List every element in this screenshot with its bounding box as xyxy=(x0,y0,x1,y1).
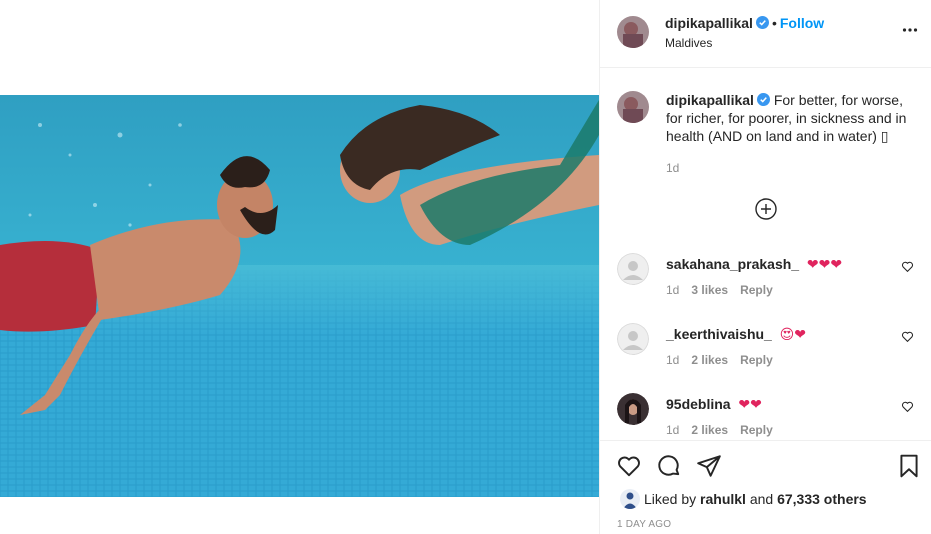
liker-avatar[interactable] xyxy=(620,489,640,509)
like-heart-icon[interactable] xyxy=(616,453,642,479)
comment-body: 😍❤ xyxy=(779,326,806,342)
post-timestamp[interactable]: 1 DAY AGO xyxy=(617,519,671,530)
action-bar: Liked by rahulkl and 67,333 others 1 DAY… xyxy=(600,440,931,534)
comment-age: 1d xyxy=(666,353,680,367)
comment-item: _keerthivaishu_ 😍❤ 1d 2 likes Reply xyxy=(617,323,917,383)
plus-circle-icon[interactable] xyxy=(755,198,777,220)
comment-age: 1d xyxy=(666,423,680,437)
post-panel: dipikapallikal • Follow Maldives dipikapal… xyxy=(599,0,931,534)
comment-text: _keerthivaishu_ 😍❤ xyxy=(666,325,806,343)
post-header: dipikapallikal • Follow Maldives xyxy=(600,0,931,68)
liked-by-prefix: Liked by xyxy=(644,491,697,507)
comment-meta: 1d 2 likes Reply xyxy=(666,423,785,437)
commenter-avatar[interactable] xyxy=(617,253,649,285)
underwater-photo xyxy=(0,95,599,497)
comment-item: sakahana_prakash_ ❤❤❤ 1d 3 likes Reply xyxy=(617,253,917,313)
follow-button[interactable]: Follow xyxy=(780,15,824,31)
liked-by-user[interactable]: rahulkl xyxy=(700,491,746,507)
reply-button[interactable]: Reply xyxy=(740,423,773,437)
heart-outline-icon[interactable] xyxy=(901,400,914,413)
comment-body: ❤❤❤ xyxy=(806,256,843,272)
bookmark-icon[interactable] xyxy=(896,453,922,479)
heart-outline-icon[interactable] xyxy=(901,330,914,343)
separator-dot: • xyxy=(771,15,777,31)
comment-text: sakahana_prakash_ ❤❤❤ xyxy=(666,255,842,273)
commenter-username[interactable]: _keerthivaishu_ xyxy=(666,326,772,342)
verified-badge-icon xyxy=(756,93,770,106)
comment-text: 95deblina ❤❤ xyxy=(666,395,762,413)
author-line: dipikapallikal • Follow xyxy=(665,15,824,31)
verified-badge-icon xyxy=(755,16,769,29)
comment-likes[interactable]: 2 likes xyxy=(691,423,728,437)
location-link[interactable]: Maldives xyxy=(665,36,712,50)
commenter-avatar[interactable] xyxy=(617,393,649,425)
caption-age: 1d xyxy=(666,161,680,175)
reply-button[interactable]: Reply xyxy=(740,283,773,297)
commenter-username[interactable]: sakahana_prakash_ xyxy=(666,256,799,272)
media-area xyxy=(0,0,599,534)
liked-by-and: and xyxy=(749,491,774,507)
reply-button[interactable]: Reply xyxy=(740,353,773,367)
heart-outline-icon[interactable] xyxy=(901,260,914,273)
paper-plane-icon[interactable] xyxy=(696,453,722,479)
author-avatar[interactable] xyxy=(617,16,649,48)
caption-text: dipikapallikal For better, for worse, fo… xyxy=(666,91,918,145)
liked-by-line: Liked by rahulkl and 67,333 others xyxy=(620,489,867,509)
caption-username[interactable]: dipikapallikal xyxy=(666,92,754,108)
comment-meta: 1d 3 likes Reply xyxy=(666,283,785,297)
more-options-icon[interactable] xyxy=(902,22,918,38)
comment-likes[interactable]: 3 likes xyxy=(691,283,728,297)
comment-meta: 1d 2 likes Reply xyxy=(666,353,785,367)
comment-body: ❤❤ xyxy=(738,396,762,412)
comments-section[interactable]: dipikapallikal For better, for worse, fo… xyxy=(600,69,931,440)
post-photo[interactable] xyxy=(0,95,599,497)
comment-item: 95deblina ❤❤ 1d 2 likes Reply xyxy=(617,393,917,440)
comment-age: 1d xyxy=(666,283,680,297)
caption-avatar[interactable] xyxy=(617,91,649,123)
comment-likes[interactable]: 2 likes xyxy=(691,353,728,367)
likes-count[interactable]: 67,333 others xyxy=(777,491,867,507)
commenter-username[interactable]: 95deblina xyxy=(666,396,731,412)
commenter-avatar[interactable] xyxy=(617,323,649,355)
comment-bubble-icon[interactable] xyxy=(656,453,682,479)
author-username[interactable]: dipikapallikal xyxy=(665,15,753,31)
